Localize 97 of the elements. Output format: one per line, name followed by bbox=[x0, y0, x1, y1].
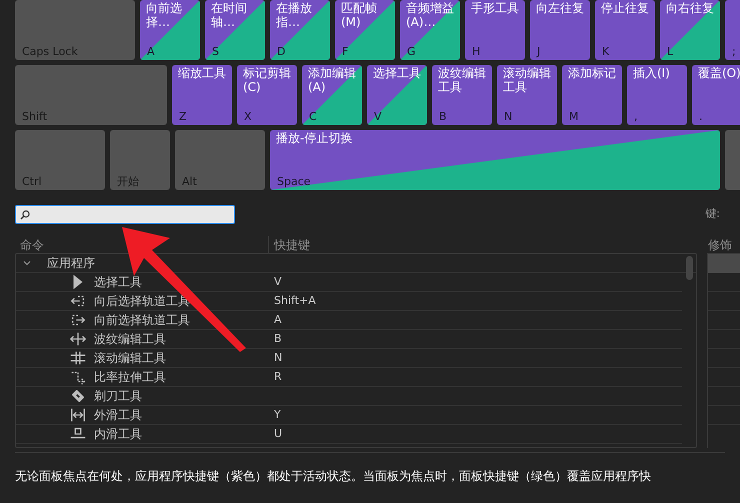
key-name: , bbox=[634, 110, 638, 123]
key-command-label: 向右往复 bbox=[666, 1, 715, 15]
shortcut-key: V bbox=[269, 274, 282, 290]
keyboard-key[interactable]: ; bbox=[725, 0, 740, 60]
key-command-label: 添加编辑(A) bbox=[308, 66, 357, 94]
keyboard-key[interactable]: 在时间轴… S bbox=[205, 0, 265, 60]
key-name: A bbox=[147, 45, 155, 58]
keyboard-key[interactable]: 手形工具 H bbox=[465, 0, 525, 60]
command-name: 滚动编辑工具 bbox=[94, 350, 166, 367]
key-name: Ctrl bbox=[22, 175, 42, 188]
key-command-label: 缩放工具 bbox=[178, 66, 227, 80]
keyboard-key[interactable]: 向前选择… A bbox=[140, 0, 200, 60]
keyboard-key[interactable]: 波纹编辑工具 B bbox=[432, 65, 492, 125]
key-command-label: 选择工具 bbox=[373, 66, 422, 80]
key-command-label: 滚动编辑工具 bbox=[503, 66, 552, 94]
key-name: B bbox=[439, 110, 447, 123]
table-row[interactable]: 外滑工具 Y bbox=[16, 406, 682, 425]
key-name: L bbox=[667, 45, 674, 58]
key-name: K bbox=[602, 45, 610, 58]
command-name: 选择工具 bbox=[94, 274, 142, 291]
keyboard-key[interactable]: 停止往复 K bbox=[595, 0, 655, 60]
table-row[interactable]: 内滑工具 U bbox=[16, 425, 682, 444]
search-field[interactable] bbox=[15, 205, 235, 224]
key-command-label: 标记剪辑(C) bbox=[243, 66, 292, 94]
key-command-label: 音频增益(A)… bbox=[406, 1, 455, 29]
keyboard-key[interactable]: 覆盖(O) . bbox=[692, 65, 740, 125]
key-name: X bbox=[244, 110, 252, 123]
key-name: H bbox=[472, 45, 480, 58]
key-name: D bbox=[277, 45, 286, 58]
shortcut-key: R bbox=[269, 368, 282, 386]
command-name: 比率拉伸工具 bbox=[94, 369, 166, 386]
key-name: S bbox=[212, 45, 219, 58]
key-command-label: 添加标记 bbox=[568, 66, 617, 80]
column-header: 修饰 bbox=[707, 237, 733, 253]
table-row[interactable]: 比率拉伸工具 R bbox=[16, 368, 682, 387]
keyboard-key[interactable]: 插入(I) , bbox=[627, 65, 687, 125]
keyboard-key[interactable]: 滚动编辑工具 N bbox=[497, 65, 557, 125]
keyboard-key[interactable]: 添加编辑(A) C bbox=[302, 65, 362, 125]
keyboard-key[interactable]: 向右往复 L bbox=[660, 0, 720, 60]
tool-icon bbox=[68, 349, 88, 367]
command-name: 外滑工具 bbox=[94, 407, 142, 424]
keyboard-key[interactable]: 添加标记 M bbox=[562, 65, 622, 125]
search-icon bbox=[20, 210, 30, 220]
table-row[interactable]: 剃刀工具 bbox=[16, 387, 682, 406]
keyboard-key[interactable]: 向左往复 J bbox=[530, 0, 590, 60]
tool-icon bbox=[68, 406, 88, 424]
keyboard-key[interactable]: 播放-停止切换 Space bbox=[270, 130, 720, 190]
key-command-label: 匹配帧(M) bbox=[341, 1, 378, 29]
key-command-label: 播放-停止切换 bbox=[276, 131, 354, 145]
column-header: 命令 bbox=[19, 236, 45, 254]
shortcut-key: B bbox=[269, 330, 282, 348]
column-header: 快捷键 bbox=[268, 236, 310, 254]
shortcut-key: N bbox=[269, 350, 282, 366]
command-name: 内滑工具 bbox=[94, 426, 142, 443]
shortcut-key: U bbox=[269, 426, 282, 442]
shortcut-key: A bbox=[269, 312, 282, 328]
footer-note: 无论面板焦点在何处，应用程序快捷键（紫色）都处于活动状态。当面板为焦点时，面板快捷键（绿色）覆盖应用程序快 bbox=[14, 468, 652, 485]
key-command-label: 向前选择… bbox=[146, 1, 183, 29]
key-command-label: 覆盖(O) bbox=[698, 66, 740, 80]
key-command-label: 插入(I) bbox=[633, 66, 671, 80]
scrollbar-thumb[interactable] bbox=[686, 256, 693, 280]
command-name: 向前选择轨道工具 bbox=[94, 312, 190, 329]
key-name: Z bbox=[179, 110, 187, 123]
key-name: N bbox=[504, 110, 512, 123]
key-name: Shift bbox=[22, 110, 48, 123]
key-name: . bbox=[699, 110, 702, 123]
key-name: Caps Lock bbox=[22, 45, 78, 58]
keyboard-key[interactable]: 缩放工具 Z bbox=[172, 65, 232, 125]
key-name: Alt bbox=[182, 175, 197, 188]
key-command-label: 在播放指… bbox=[276, 1, 313, 29]
key-name: F bbox=[342, 45, 348, 58]
key-label: 键: bbox=[705, 206, 720, 222]
key-name: C bbox=[309, 110, 317, 123]
keyboard-key[interactable]: 在播放指… D bbox=[270, 0, 330, 60]
command-name: 波纹编辑工具 bbox=[94, 331, 166, 348]
key-command-label: 手形工具 bbox=[471, 1, 520, 15]
key-name: G bbox=[407, 45, 416, 58]
keyboard-key[interactable]: 音频增益(A)… G bbox=[400, 0, 460, 60]
shortcut-key: Shift+A bbox=[269, 292, 316, 310]
tool-icon bbox=[68, 330, 88, 348]
keyboard-key[interactable]: 标记剪辑(C) X bbox=[237, 65, 297, 125]
table-row[interactable]: 滚动编辑工具 N bbox=[16, 349, 682, 368]
key-name: J bbox=[537, 45, 540, 58]
key-command-label: 在时间轴… bbox=[211, 1, 248, 29]
key-command-label: 停止往复 bbox=[601, 1, 650, 15]
key-name: Space bbox=[277, 175, 311, 188]
key-name: M bbox=[569, 110, 578, 123]
key-name: ; bbox=[732, 45, 736, 58]
command-name: 剃刀工具 bbox=[94, 388, 142, 405]
keyboard-key[interactable]: 选择工具 V bbox=[367, 65, 427, 125]
key-name: 开始 bbox=[117, 175, 139, 188]
key-name: V bbox=[374, 110, 382, 123]
keyboard-key[interactable]: 匹配帧(M) F bbox=[335, 0, 395, 60]
shortcut-key: Y bbox=[269, 406, 281, 424]
group-name: 应用程序 bbox=[47, 255, 95, 272]
key-command-label: 波纹编辑工具 bbox=[438, 66, 487, 94]
key-command-label: 向左往复 bbox=[536, 1, 585, 15]
